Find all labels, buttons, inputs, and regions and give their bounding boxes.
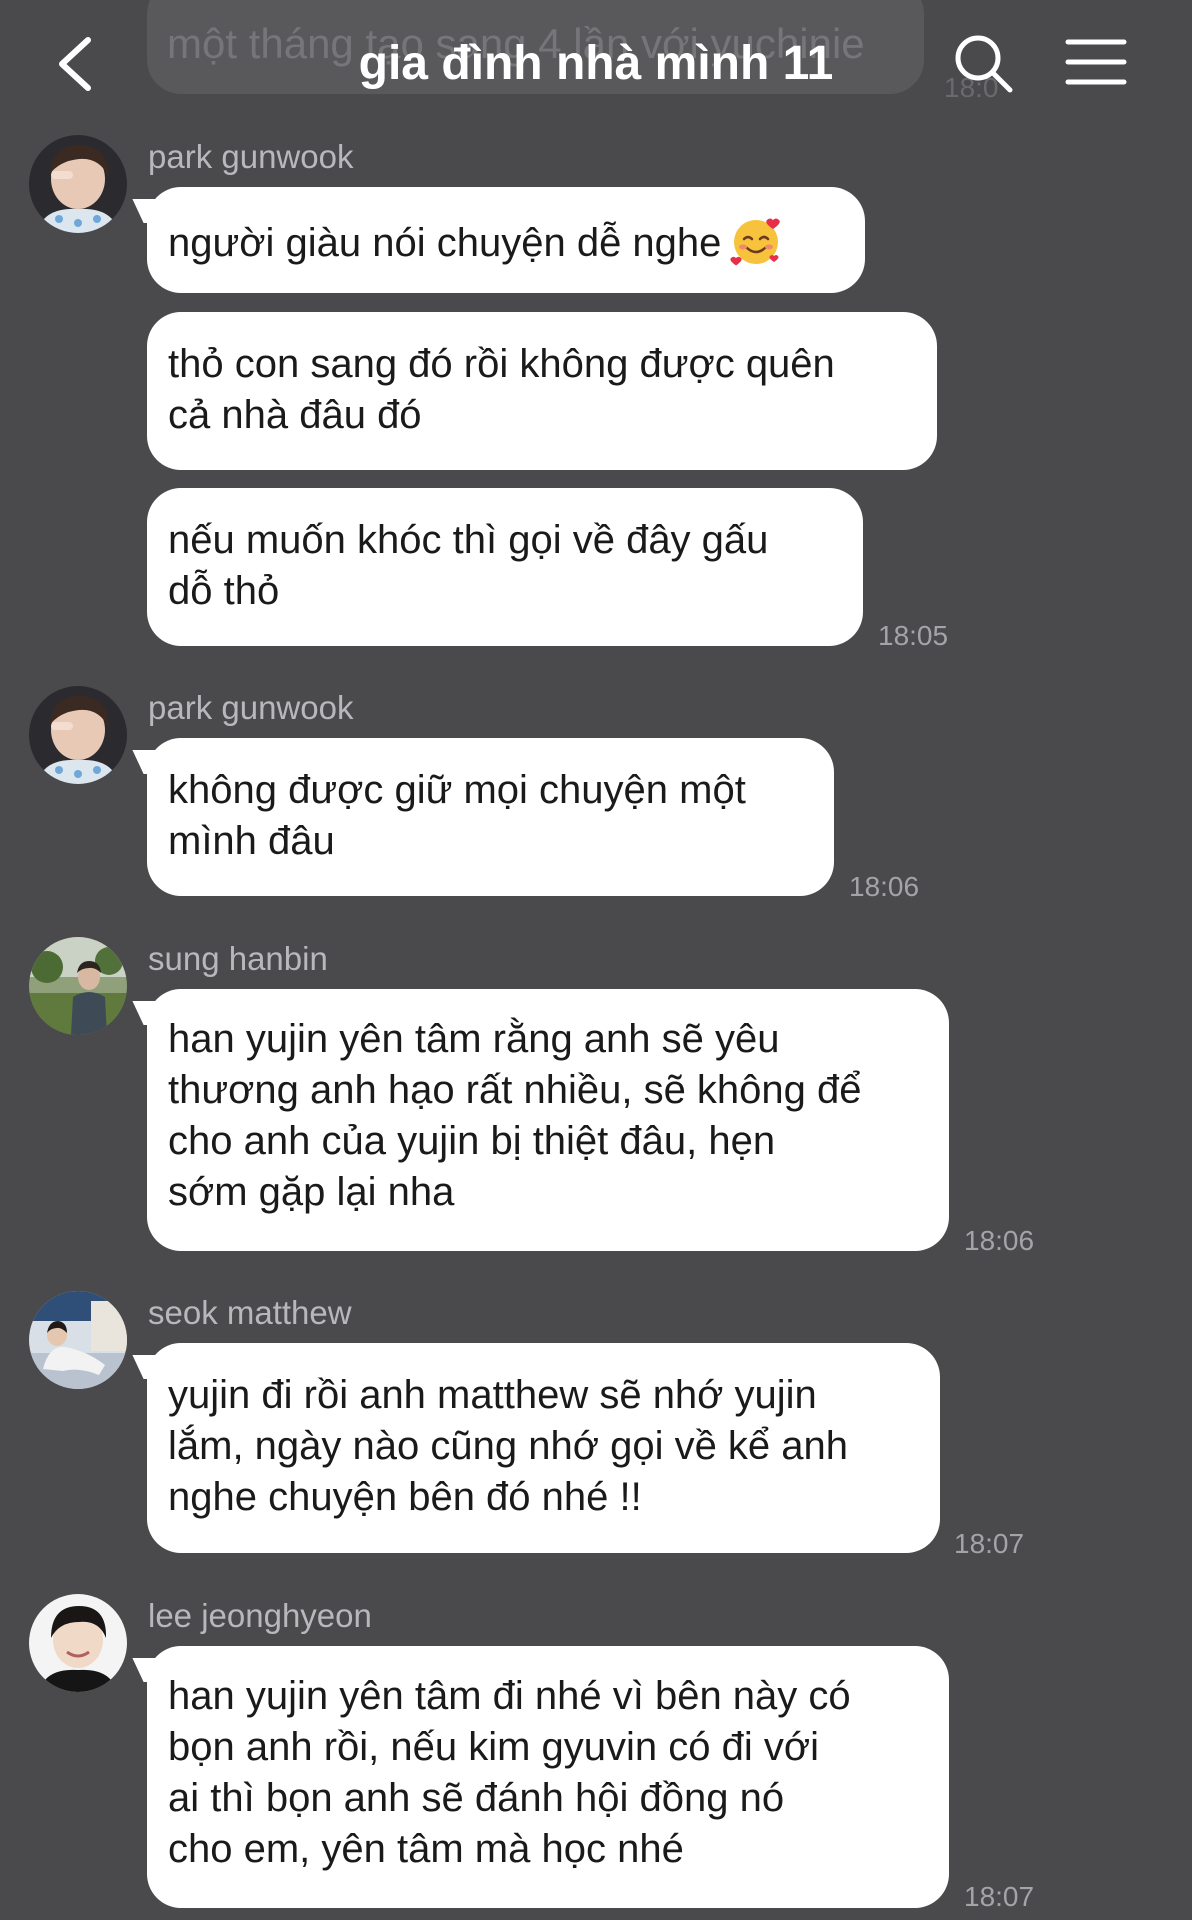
message-text: han yujin yên tâm đi nhé vì bên này có b… <box>168 1674 851 1871</box>
chat-header: một tháng tạo sang 4 lần với yuchinie 18… <box>0 0 1192 120</box>
message-bubble[interactable]: nếu muốn khóc thì gọi về đây gấu dỗ thỏ <box>147 488 863 646</box>
avatar-park-gunwook[interactable] <box>29 686 127 784</box>
message-bubble[interactable]: han yujin yên tâm rằng anh sẽ yêu thương… <box>147 989 949 1251</box>
message-text: thỏ con sang đó rồi không được quên cả n… <box>168 342 835 437</box>
message-time: 18:05 <box>878 620 949 651</box>
message-bubble[interactable]: thỏ con sang đó rồi không được quên cả n… <box>147 312 937 470</box>
back-button[interactable] <box>52 34 102 94</box>
smiling-face-with-hearts-icon <box>730 218 781 266</box>
message-bubble[interactable]: không được giữ mọi chuyện một mình đâu <box>147 738 834 896</box>
avatar-park-gunwook[interactable] <box>29 135 127 233</box>
avatar-seok-matthew[interactable] <box>29 1291 127 1389</box>
avatar-sung-hanbin[interactable] <box>29 937 127 1035</box>
search-icon <box>955 35 1013 93</box>
message-text: han yujin yên tâm rằng anh sẽ yêu thương… <box>168 1017 862 1214</box>
message-text: nếu muốn khóc thì gọi về đây gấu dỗ thỏ <box>168 518 769 613</box>
avatar-lee-jeonghyeon[interactable] <box>29 1594 127 1692</box>
hamburger-menu-icon <box>1065 39 1127 85</box>
menu-button[interactable] <box>1064 36 1128 88</box>
message-bubble[interactable]: người giàu nói chuyện dễ nghe <box>147 187 865 293</box>
chevron-left-icon <box>59 37 91 91</box>
message-time: 18:07 <box>964 1881 1035 1912</box>
message-text: không được giữ mọi chuyện một mình đâu <box>168 768 746 863</box>
message-text: yujin đi rồi anh matthew sẽ nhớ yujin lắ… <box>168 1373 849 1519</box>
sender-name: sung hanbin <box>148 940 328 977</box>
message-time: 18:06 <box>964 1225 1035 1256</box>
sender-name: seok matthew <box>148 1294 352 1331</box>
search-button[interactable] <box>952 32 1016 96</box>
sender-name: lee jeonghyeon <box>148 1597 372 1634</box>
message-bubble[interactable]: han yujin yên tâm đi nhé vì bên này có b… <box>147 1646 949 1908</box>
sender-name: park gunwook <box>148 689 354 726</box>
sender-name: park gunwook <box>148 138 354 175</box>
message-time: 18:06 <box>849 871 920 902</box>
message-bubble[interactable]: yujin đi rồi anh matthew sẽ nhớ yujin lắ… <box>147 1343 940 1553</box>
chat-title: gia đình nhà mình 11 <box>358 37 834 90</box>
message-time: 18:07 <box>954 1528 1025 1559</box>
message-text: người giàu nói chuyện dễ nghe <box>168 187 844 269</box>
